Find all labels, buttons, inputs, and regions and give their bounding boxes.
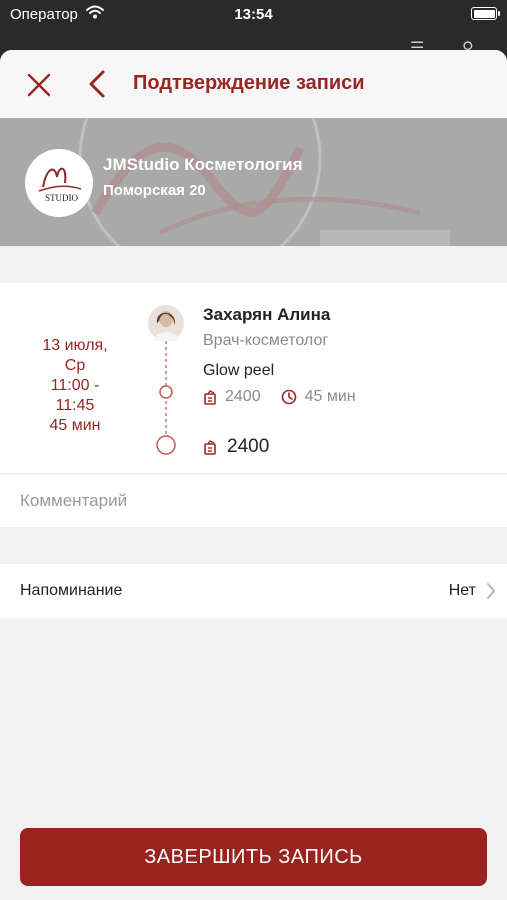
page-title: Подтверждение записи [133,72,365,94]
service-node [159,385,173,399]
appointment-datetime: 13 июля, Ср 11:00 - 11:45 45 мин [10,336,140,436]
specialist-name: Захарян Алина [203,305,331,324]
date-line: 13 июля, [42,337,108,354]
studio-logo: STUDIO [25,149,93,217]
studio-logo-mark: STUDIO [38,167,82,203]
service-name: Glow peel [203,362,275,379]
clock-icon [281,389,296,405]
battery-icon [471,7,500,20]
weekday: Ср [64,357,86,374]
service-price: 2400 [225,388,261,405]
status-bar: Оператор 13:54 [0,0,507,30]
duration: 45 мин [49,417,101,434]
status-time: 13:54 [234,6,273,23]
time-start: 11:00 - [50,377,100,394]
time-end: 11:45 [55,397,95,414]
price-tag-icon [204,439,216,455]
studio-address: Поморская 20 [103,182,206,199]
price-tag-icon [204,389,216,405]
reminder-value: Нет [448,582,476,599]
finish-booking-button[interactable]: ЗАВЕРШИТЬ ЗАПИСЬ [20,828,487,886]
appointment-card: 13 июля, Ср 11:00 - 11:45 45 мин Захарян… [0,283,507,473]
studio-name: JMStudio Косметология [103,155,303,174]
close-icon[interactable] [26,72,52,98]
total-price: 2400 [227,436,270,457]
studio-banner: STUDIO JMStudio Косметология Поморская 2… [0,118,507,246]
specialist-role: Врач-косметолог [203,332,329,349]
reminder-row[interactable]: Напоминание Нет [0,564,507,618]
total-node [156,435,176,455]
booking-confirmation-sheet: Подтверждение записи STUDIO JMStudio Кос… [0,50,507,900]
service-meta: 2400 45 мин [203,388,356,406]
logo-text: STUDIO [45,193,78,203]
comment-placeholder: Комментарий [20,491,128,510]
chevron-right-icon [487,583,495,599]
reminder-label: Напоминание [20,582,123,599]
timeline [148,305,184,455]
service-duration: 45 мин [304,388,356,405]
comment-field[interactable]: Комментарий [0,475,507,527]
back-icon[interactable] [86,70,108,98]
nav-bar: Подтверждение записи [0,50,507,118]
total-row: 2400 [203,436,269,458]
